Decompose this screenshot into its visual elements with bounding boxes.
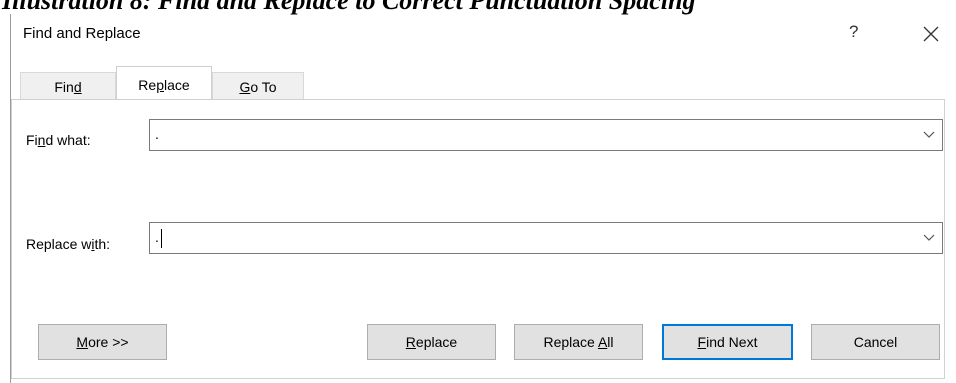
tab-goto-label-key: G bbox=[239, 79, 251, 95]
tab-find-label-key: d bbox=[73, 79, 82, 95]
find-next-button-label: ind Next bbox=[706, 334, 758, 350]
tab-goto-label-post: o To bbox=[250, 79, 277, 95]
tab-replace-label-key: p bbox=[156, 77, 164, 93]
more-button[interactable]: More >> bbox=[38, 324, 167, 360]
replace-button-key: R bbox=[405, 334, 416, 350]
tab-goto[interactable]: Go To bbox=[212, 72, 304, 100]
caption-text: Illustration 8: Find and Replace to Corr… bbox=[0, 0, 956, 16]
tab-replace[interactable]: Replace bbox=[116, 66, 212, 100]
chevron-down-icon[interactable] bbox=[916, 223, 942, 253]
find-next-button[interactable]: Find Next bbox=[662, 324, 793, 360]
replace-all-button[interactable]: Replace All bbox=[514, 324, 643, 360]
find-label-post: d what: bbox=[45, 132, 91, 148]
find-what-label: Find what: bbox=[26, 132, 91, 148]
replace-with-value: . bbox=[155, 229, 159, 245]
find-what-input[interactable]: . bbox=[149, 119, 943, 151]
more-button-label: ore >> bbox=[88, 334, 129, 350]
close-icon[interactable] bbox=[921, 24, 941, 44]
replace-button-label: eplace bbox=[415, 334, 458, 350]
replace-all-button-label-pre: Replace bbox=[543, 334, 598, 350]
replace-panel: Find what: . Replace with: . More >> Rep… bbox=[11, 99, 945, 379]
dialog-title-bar: Find and Replace ? bbox=[11, 16, 956, 54]
tab-replace-label-post: lace bbox=[164, 77, 190, 93]
tab-find-label-pre: Fin bbox=[54, 79, 74, 95]
dialog-title: Find and Replace bbox=[23, 25, 141, 42]
tab-replace-label-pre: Re bbox=[138, 77, 157, 93]
caption-label: Illustration 8: Find and Replace to Corr… bbox=[2, 0, 696, 15]
more-button-key: M bbox=[76, 334, 89, 350]
replace-all-button-key: A bbox=[597, 334, 608, 350]
cancel-button[interactable]: Cancel bbox=[811, 324, 940, 360]
chevron-down-icon[interactable] bbox=[916, 120, 942, 150]
replace-all-button-label-post: ll bbox=[607, 334, 614, 350]
tab-bar: Find Replace Go To bbox=[11, 66, 956, 100]
help-button[interactable]: ? bbox=[849, 22, 858, 42]
find-next-button-key: F bbox=[697, 334, 707, 350]
text-cursor bbox=[161, 229, 162, 248]
replace-button[interactable]: Replace bbox=[367, 324, 496, 360]
find-label-pre: Fi bbox=[26, 132, 38, 148]
replace-label-post: th: bbox=[94, 236, 111, 252]
find-what-value: . bbox=[155, 126, 159, 142]
replace-with-input[interactable]: . bbox=[149, 222, 943, 254]
replace-label-pre: Replace w bbox=[26, 236, 92, 252]
replace-with-label: Replace with: bbox=[26, 236, 110, 252]
tab-find[interactable]: Find bbox=[20, 72, 116, 100]
